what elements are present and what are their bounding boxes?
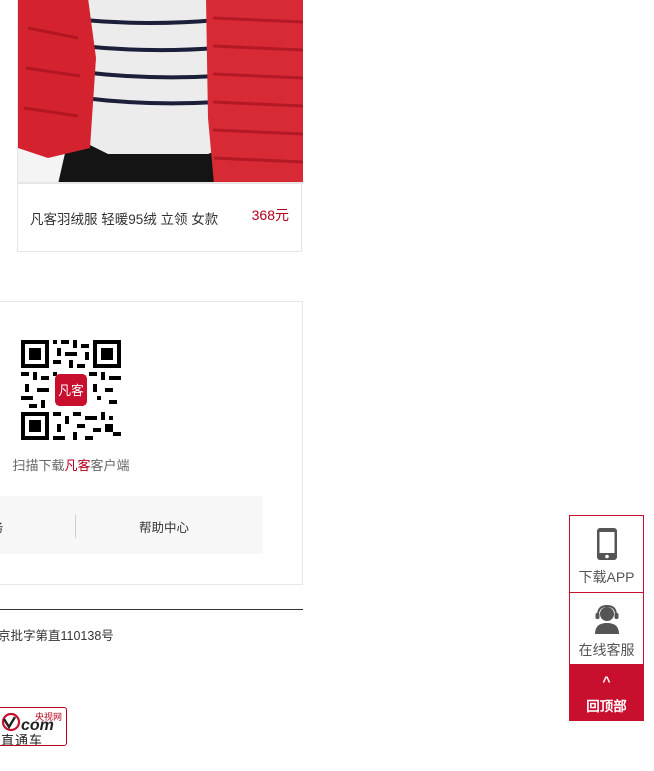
service-link[interactable]: 务: [0, 517, 4, 536]
qr-code: 凡客: [21, 340, 121, 440]
footer-divider: [0, 609, 303, 610]
qr-center-label: 凡客: [58, 383, 84, 399]
app-download-panel: 凡客 扫描下载凡客客户端 务 帮助中心: [0, 301, 303, 585]
customer-service-icon: [595, 604, 619, 634]
cntv-badge[interactable]: 央视网 com 直通车: [0, 707, 67, 746]
help-links-row: 务 帮助中心: [0, 496, 263, 554]
help-center-link[interactable]: 帮助中心: [139, 517, 189, 536]
product-price: 368元: [251, 207, 289, 223]
cntv-badge-bottom: 直通车: [1, 733, 44, 746]
qr-caption-prefix: 扫描下载: [12, 458, 65, 473]
product-name[interactable]: 凡客羽绒服 轻暖95绒 立领 女款: [30, 208, 218, 228]
product-card[interactable]: 凡客羽绒服 轻暖95绒 立领 女款 368元: [17, 0, 303, 252]
online-service-label: 在线客服: [578, 642, 635, 658]
download-app-label: 下载APP: [578, 569, 635, 585]
back-to-top-label: 回顶部: [586, 699, 627, 714]
qr-caption-suffix: 客户端: [90, 458, 130, 473]
side-toolbar: 下载APP 在线客服 ^ 回顶部: [569, 515, 644, 721]
product-image[interactable]: [18, 0, 303, 184]
qr-caption: 扫描下载凡客客户端: [0, 455, 151, 474]
online-service-button[interactable]: 在线客服: [570, 593, 643, 664]
back-to-top-button[interactable]: ^ 回顶部: [570, 664, 643, 720]
license-text: 京批字第直110138号: [0, 629, 114, 643]
qr-caption-brand: 凡客: [64, 458, 91, 473]
chevron-up-icon: ^: [602, 673, 611, 689]
download-app-button[interactable]: 下载APP: [570, 516, 643, 593]
phone-icon: [597, 528, 617, 560]
divider: [75, 514, 76, 538]
